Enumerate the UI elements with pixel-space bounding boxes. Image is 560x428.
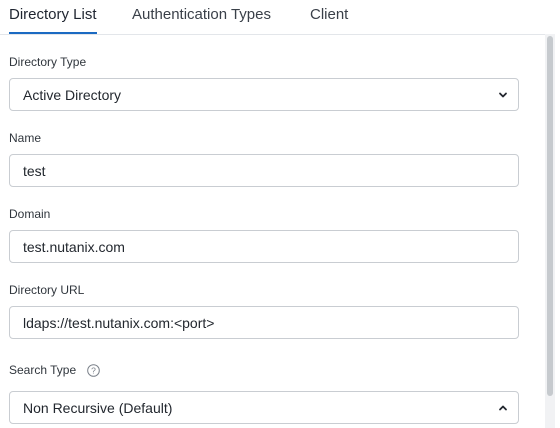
- tab-directory-list[interactable]: Directory List: [9, 6, 97, 34]
- scrollbar[interactable]: [545, 34, 555, 428]
- name-label: Name: [9, 131, 42, 145]
- tab-authentication-types[interactable]: Authentication Types: [132, 6, 271, 23]
- domain-field[interactable]: [9, 230, 519, 263]
- directory-type-value: Active Directory: [23, 87, 122, 103]
- domain-label: Domain: [9, 207, 51, 221]
- question-circle-icon[interactable]: ?: [87, 364, 100, 377]
- name-input[interactable]: [23, 155, 503, 186]
- tab-client[interactable]: Client: [310, 6, 348, 23]
- scrollbar-thumb[interactable]: [547, 36, 553, 396]
- directory-type-label: Directory Type: [9, 55, 87, 69]
- directory-url-label: Directory URL: [9, 283, 85, 297]
- search-type-label: Search Type: [9, 363, 77, 377]
- search-type-value: Non Recursive (Default): [23, 400, 173, 416]
- domain-input[interactable]: [23, 231, 503, 262]
- directory-url-input[interactable]: [23, 307, 503, 338]
- directory-url-field[interactable]: [9, 306, 519, 339]
- name-field[interactable]: [9, 154, 519, 187]
- tab-bar: Directory List Authentication Types Clie…: [0, 0, 545, 35]
- search-type-select[interactable]: Non Recursive (Default): [9, 391, 519, 424]
- chevron-up-icon: [499, 405, 507, 411]
- directory-type-select[interactable]: Active Directory: [9, 78, 519, 111]
- chevron-down-icon: [499, 92, 507, 98]
- svg-text:?: ?: [91, 366, 96, 376]
